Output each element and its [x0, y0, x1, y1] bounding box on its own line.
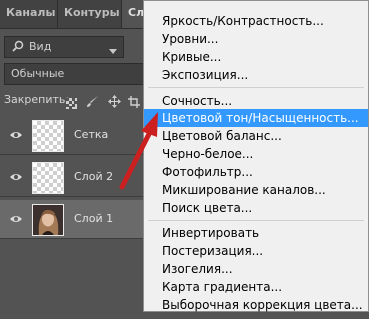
filter-kind-select[interactable]: Вид: [4, 36, 124, 58]
layer-name: Слой 2: [74, 170, 114, 183]
portrait-thumbnail: [32, 204, 64, 236]
layer-row-layer-2[interactable]: Слой 2: [0, 158, 160, 197]
blend-mode-value: Обычные: [11, 67, 65, 80]
menu-item-gradient-map[interactable]: Карта градиента...: [162, 278, 282, 296]
layer-name: Сетка: [74, 128, 109, 141]
move-icon[interactable]: [108, 93, 121, 117]
lock-label: Закрепить:: [4, 93, 70, 106]
menu-item-invert[interactable]: Инвертировать: [162, 224, 259, 242]
menu-item-brightness-contrast[interactable]: Яркость/Контрастность...: [162, 12, 324, 30]
filter-kind-label: Вид: [29, 40, 52, 53]
chevron-down-icon: [109, 44, 117, 57]
tab-channels[interactable]: Каналы: [0, 0, 58, 28]
layer-name: Слой 1: [74, 212, 114, 225]
brush-icon[interactable]: [86, 93, 99, 117]
menu-item-levels[interactable]: Уровни...: [162, 30, 218, 48]
menu-item-vibrance[interactable]: Сочность...: [162, 92, 232, 110]
menu-item-channel-mixer[interactable]: Микширование каналов...: [162, 181, 326, 199]
menu-item-black-white[interactable]: Черно-белое...: [162, 145, 253, 163]
layer-row-layer-1[interactable]: Слой 1: [0, 200, 160, 239]
menu-separator: [148, 220, 364, 221]
layer-row-grid[interactable]: Сетка: [0, 116, 160, 155]
tab-paths[interactable]: Контуры: [58, 0, 122, 28]
search-icon: [11, 39, 25, 56]
menu-item-color-lookup[interactable]: Поиск цвета...: [162, 199, 252, 217]
eye-icon[interactable]: [9, 212, 23, 226]
menu-item-color-balance[interactable]: Цветовой баланс...: [162, 127, 282, 145]
eye-icon[interactable]: [9, 170, 23, 184]
eye-icon[interactable]: [9, 128, 23, 142]
menu-item-threshold[interactable]: Изогелия...: [162, 260, 233, 278]
menu-item-posterize[interactable]: Постеризация...: [162, 242, 263, 260]
blend-mode-select[interactable]: Обычные: [4, 63, 149, 85]
menu-item-hue-saturation[interactable]: Цветовой тон/Насыщенность...: [144, 109, 368, 127]
lock-row: Закрепить:: [0, 88, 160, 112]
menu-item-photo-filter[interactable]: Фотофильтр...: [162, 163, 253, 181]
adjustments-menu: Яркость/Контрастность... Уровни... Кривы…: [143, 0, 369, 312]
crop-icon[interactable]: [128, 93, 140, 117]
menu-separator: [148, 87, 364, 88]
lock-transparent-pixels-icon[interactable]: [66, 94, 77, 118]
menu-item-exposure[interactable]: Экспозиция...: [162, 66, 248, 84]
menu-item-curves[interactable]: Кривые...: [162, 48, 221, 66]
menu-item-selective-color[interactable]: Выборочная коррекция цвета...: [162, 296, 363, 314]
layer-thumbnail: [32, 162, 64, 194]
layer-thumbnail: [32, 120, 64, 152]
